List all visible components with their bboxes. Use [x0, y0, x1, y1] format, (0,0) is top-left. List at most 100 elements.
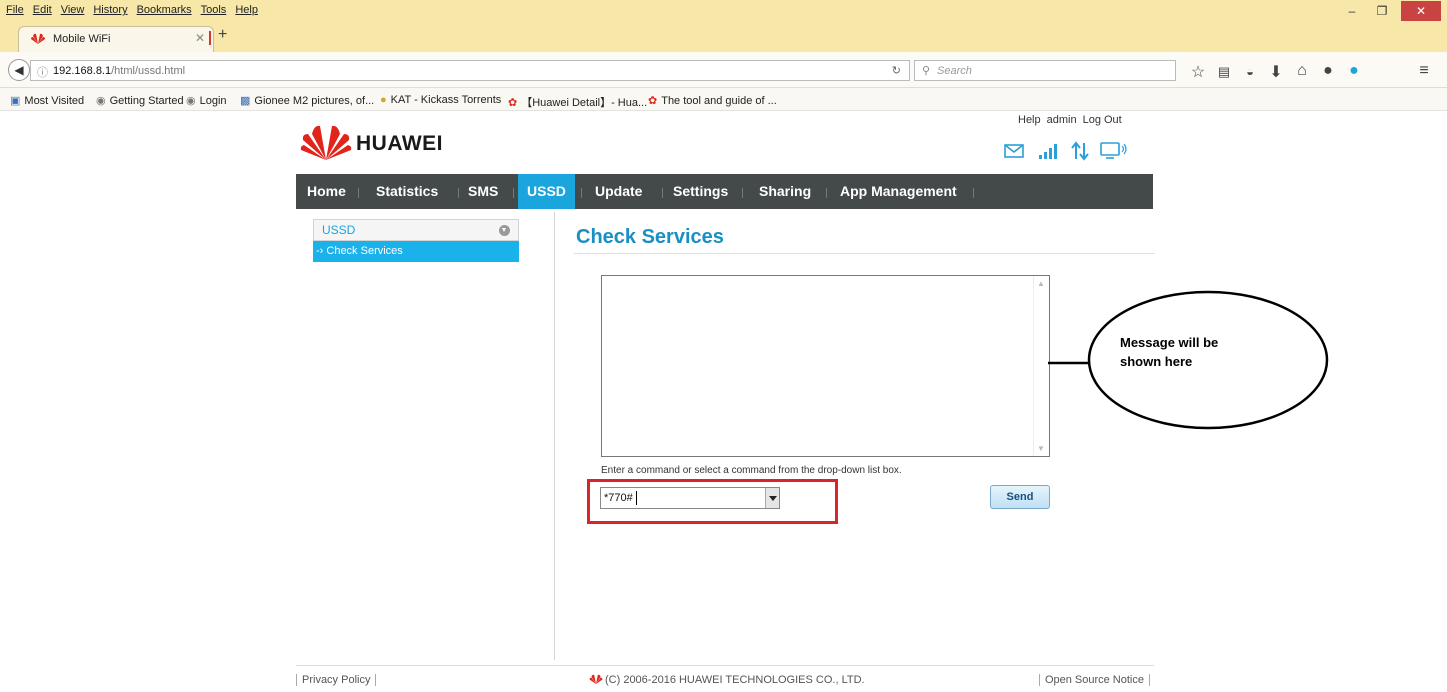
back-button[interactable]: ◀ — [8, 59, 30, 81]
menu-help[interactable]: Help — [235, 4, 258, 16]
menu-tools[interactable]: Tools — [201, 4, 227, 16]
collapse-toggle-icon[interactable] — [499, 225, 510, 236]
scroll-up-icon[interactable]: ▲ — [1037, 279, 1045, 288]
reload-icon[interactable]: ↻ — [892, 64, 901, 77]
nav-separator — [826, 188, 827, 198]
search-placeholder: Search — [937, 65, 972, 77]
menu-list: File Edit View History Bookmarks Tools H… — [6, 4, 258, 16]
nav-update[interactable]: Update — [586, 174, 651, 209]
close-window-button[interactable]: ✕ — [1401, 1, 1441, 21]
bookmark-login[interactable]: ◉ Login — [186, 94, 227, 107]
new-tab-button[interactable]: + — [218, 26, 227, 44]
bookmark-label: Gionee M2 pictures, of... — [254, 95, 375, 107]
globe-icon: ◉ — [186, 95, 196, 107]
command-hint: Enter a command or select a command from… — [601, 465, 902, 476]
open-source-notice-link[interactable]: Open Source Notice — [1038, 674, 1150, 686]
bookmark-label: 【Huawei Detail】- Hua... — [521, 97, 648, 109]
nav-separator — [742, 188, 743, 198]
huawei-logo-mark-icon — [300, 125, 352, 160]
nav-app-management[interactable]: App Management — [831, 174, 966, 209]
url-host: 192.168.8.1 — [53, 65, 112, 77]
site-info-icon[interactable]: ⓘ — [37, 64, 48, 80]
menu-file[interactable]: File — [6, 4, 24, 16]
nav-separator — [662, 188, 663, 198]
tab-loading-indicator — [209, 31, 211, 45]
mail-icon[interactable] — [1004, 143, 1024, 159]
restore-button[interactable]: ❐ — [1368, 2, 1396, 20]
close-tab-icon[interactable]: ✕ — [195, 31, 205, 45]
nav-settings[interactable]: Settings — [664, 174, 737, 209]
page-title: Check Services — [576, 226, 724, 248]
bookmark-huawei-detail[interactable]: ✿ 【Huawei Detail】- Hua... — [508, 94, 647, 110]
top-links: Help admin Log Out — [1018, 114, 1122, 126]
privacy-policy-link[interactable]: Privacy Policy — [296, 674, 377, 686]
huawei-logo: HUAWEI — [300, 122, 480, 162]
tab-title: Mobile WiFi — [53, 33, 111, 45]
bookmark-kat[interactable]: ● KAT - Kickass Torrents — [380, 94, 501, 106]
nav-ussd[interactable]: USSD — [518, 174, 575, 209]
title-divider — [574, 253, 1155, 254]
huawei-footer-logo-icon — [589, 674, 603, 685]
menu-bookmarks[interactable]: Bookmarks — [137, 4, 192, 16]
search-icon: ⚲ — [922, 65, 931, 77]
nav-separator — [513, 188, 514, 198]
copyright-text: (C) 2006-2016 HUAWEI TECHNOLOGIES CO., L… — [605, 674, 865, 686]
connected-device-icon — [1100, 142, 1127, 159]
menu-view[interactable]: View — [61, 4, 85, 16]
url-bar[interactable]: ⓘ 192.168.8.1/html/ussd.html ↻ — [30, 60, 910, 81]
home-icon[interactable]: ⌂ — [1292, 62, 1312, 80]
reading-list-icon[interactable]: ▤ — [1214, 64, 1234, 80]
command-value: *770# — [604, 492, 633, 504]
bookmark-gionee[interactable]: ▩ Gionee M2 pictures, of... — [240, 94, 374, 107]
footer-divider — [296, 665, 1154, 666]
menu-edit[interactable]: Edit — [33, 4, 52, 16]
globe-icon: ◉ — [96, 95, 106, 107]
copyright: (C) 2006-2016 HUAWEI TECHNOLOGIES CO., L… — [589, 674, 865, 686]
main-nav: Home Statistics SMS USSD Update Settings… — [296, 174, 1153, 209]
bookmark-getting-started[interactable]: ◉ Getting Started — [96, 94, 184, 107]
sidebar-section-ussd[interactable]: USSD — [313, 219, 519, 241]
sidebar-item-check-services[interactable]: -› Check Services — [313, 241, 519, 262]
nav-statistics[interactable]: Statistics — [367, 174, 447, 209]
tab-mobile-wifi[interactable]: Mobile WiFi ✕ — [18, 26, 214, 52]
nav-home[interactable]: Home — [298, 174, 355, 209]
sidebar-section-label: USSD — [322, 223, 356, 237]
search-input[interactable]: ⚲ Search — [914, 60, 1176, 81]
admin-link[interactable]: admin — [1047, 114, 1077, 126]
minimize-button[interactable]: – — [1338, 2, 1366, 20]
bookmark-label: Login — [199, 95, 227, 107]
send-button[interactable]: Send — [990, 485, 1050, 509]
download-icon[interactable]: ⬇ — [1266, 62, 1286, 82]
help-link[interactable]: Help — [1018, 114, 1041, 126]
ussd-command-input[interactable]: *770# — [600, 487, 780, 509]
url-text: 192.168.8.1/html/ussd.html — [53, 65, 185, 77]
url-path: /html/ussd.html — [111, 65, 186, 77]
sidebar: USSD -› Check Services — [313, 219, 519, 262]
pocket-icon[interactable]: ◒ — [1240, 64, 1260, 79]
nav-separator — [581, 188, 582, 198]
hamburger-menu-icon[interactable]: ≡ — [1414, 62, 1434, 80]
image-icon: ▩ — [240, 95, 251, 107]
bookmark-label: KAT - Kickass Torrents — [390, 94, 502, 106]
bookmark-label: The tool and guide of ... — [661, 95, 777, 107]
message-display-area[interactable]: ▲ ▼ — [601, 275, 1050, 457]
bookmark-most-visited[interactable]: ▣ Most Visited — [10, 94, 84, 107]
bookmark-tool-guide[interactable]: ✿ The tool and guide of ... — [648, 94, 777, 107]
dropdown-arrow-icon[interactable] — [765, 488, 779, 508]
huawei-favicon-icon: ✿ — [648, 95, 658, 107]
kat-icon: ● — [380, 94, 387, 106]
tab-strip: Mobile WiFi ✕ + — [0, 22, 1447, 52]
chat-icon[interactable]: ● — [1318, 62, 1338, 80]
nav-sharing[interactable]: Sharing — [750, 174, 820, 209]
menu-history[interactable]: History — [93, 4, 127, 16]
scroll-down-icon[interactable]: ▼ — [1037, 444, 1045, 453]
bookmark-star-icon[interactable]: ☆ — [1188, 62, 1208, 82]
huawei-favicon-icon — [31, 33, 45, 44]
browser-menubar: File Edit View History Bookmarks Tools H… — [0, 0, 1447, 22]
bookmarks-bar: ▣ Most Visited ◉ Getting Started ◉ Login ▩ G… — [0, 88, 1447, 111]
text-caret — [636, 491, 637, 505]
nav-sms[interactable]: SMS — [459, 174, 507, 209]
logout-link[interactable]: Log Out — [1083, 114, 1122, 126]
skype-icon[interactable]: ● — [1344, 62, 1364, 80]
huawei-favicon-icon: ✿ — [508, 97, 518, 109]
